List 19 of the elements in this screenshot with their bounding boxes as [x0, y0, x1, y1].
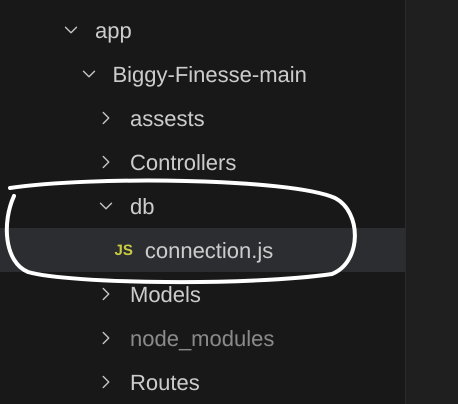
folder-item[interactable]: Biggy-Finesse-main [0, 52, 405, 96]
folder-item[interactable]: node_modules [0, 316, 405, 360]
folder-item[interactable]: db [0, 184, 405, 228]
item-label: db [130, 192, 154, 220]
item-label: Biggy-Finesse-main [112, 60, 307, 89]
item-label: Controllers [130, 148, 236, 176]
item-label: connection.js [144, 236, 274, 265]
folder-item[interactable]: app [0, 8, 405, 52]
item-label: Models [130, 280, 201, 308]
folder-item[interactable]: assests [0, 96, 405, 140]
item-label: assests [130, 104, 205, 132]
item-label: node_modules [130, 324, 274, 352]
folder-item[interactable]: Models [0, 272, 405, 316]
folder-item[interactable]: Routes [0, 360, 405, 404]
file-item[interactable]: JS connection.js [0, 228, 405, 272]
item-label: app [95, 16, 132, 45]
folder-item[interactable]: Controllers [0, 140, 405, 184]
javascript-file-icon: JS [114, 242, 133, 258]
item-label: Routes [130, 368, 200, 396]
